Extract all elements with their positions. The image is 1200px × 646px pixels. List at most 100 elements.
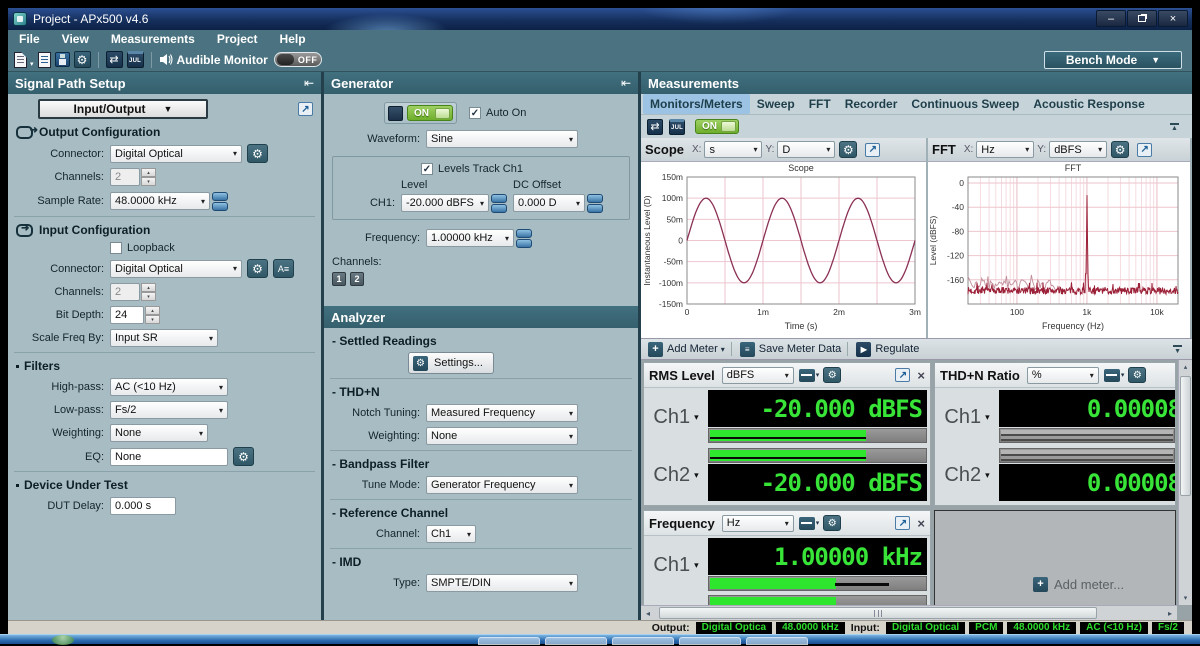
rms-ch2-selector[interactable]: Ch2▾ xyxy=(644,446,708,504)
scroll-thumb[interactable] xyxy=(659,607,1097,619)
collapse-panel-icon[interactable]: ⇤ xyxy=(621,76,631,90)
swap-icon[interactable]: ⇄ xyxy=(647,119,663,135)
input-connector-settings-button[interactable]: ⚙ xyxy=(247,259,268,278)
rms-close-icon[interactable]: × xyxy=(917,368,925,383)
tab-continuous-sweep[interactable]: Continuous Sweep xyxy=(904,94,1026,114)
audible-monitor-toggle[interactable]: OFF xyxy=(274,52,322,67)
close-button[interactable]: × xyxy=(1158,10,1188,27)
collapse-up-icon[interactable]: ▲ xyxy=(1169,123,1180,131)
save-project-icon[interactable] xyxy=(55,52,70,67)
frequency-ch1-selector[interactable]: Ch1▾ xyxy=(644,536,708,594)
tune-mode-select[interactable]: Generator Frequency▾ xyxy=(426,476,578,494)
auto-on-checkbox[interactable]: ✓ xyxy=(469,107,481,119)
channel-2-button[interactable]: 2 xyxy=(350,272,364,286)
settings-icon[interactable]: ⚙ xyxy=(74,51,91,68)
taskbar-button[interactable] xyxy=(478,637,540,645)
frequency-unit-select[interactable]: Hz▾ xyxy=(722,515,794,532)
scroll-thumb[interactable] xyxy=(1180,376,1191,496)
notch-tuning-select[interactable]: Measured Frequency▾ xyxy=(426,404,578,422)
rms-ch1-selector[interactable]: Ch1▾ xyxy=(644,388,708,446)
mode-selector-dropdown[interactable]: Input/Output ▼ xyxy=(38,99,208,119)
scroll-left-icon[interactable]: ◂ xyxy=(641,606,655,620)
ref-channel-select[interactable]: Ch1▾ xyxy=(426,525,476,543)
menu-help[interactable]: Help xyxy=(269,32,317,46)
bench-mode-dropdown[interactable]: Bench Mode ▼ xyxy=(1044,51,1182,69)
start-orb-icon[interactable] xyxy=(52,635,74,645)
generator-on-toggle[interactable]: ON xyxy=(407,105,453,121)
thdn-ch1-selector[interactable]: Ch1▾ xyxy=(935,388,999,446)
sample-rate-select[interactable]: 48.0000 kHz▾ xyxy=(110,192,210,210)
frequency-display-style-button[interactable]: ▾ xyxy=(799,517,820,530)
ch1-dc-offset-select[interactable]: 0.000 D▾ xyxy=(513,194,585,212)
imd-type-select[interactable]: SMPTE/DIN▾ xyxy=(426,574,578,592)
scope-y-unit-select[interactable]: D▾ xyxy=(777,141,835,158)
windows-taskbar[interactable] xyxy=(0,634,1200,644)
eq-settings-button[interactable]: ⚙ xyxy=(233,447,254,466)
scroll-down-icon[interactable]: ▾ xyxy=(1179,591,1192,605)
sequence-icon[interactable]: JUL xyxy=(669,119,685,135)
open-project-icon[interactable] xyxy=(38,52,51,68)
frequency-settings-button[interactable]: ⚙ xyxy=(823,515,841,531)
rms-settings-button[interactable]: ⚙ xyxy=(823,367,841,383)
thdn-settings-button[interactable]: ⚙ xyxy=(1128,367,1146,383)
tab-sweep[interactable]: Sweep xyxy=(750,94,802,114)
taskbar-button[interactable] xyxy=(746,637,808,645)
output-connector-select[interactable]: Digital Optical▾ xyxy=(110,145,242,163)
add-meter-button[interactable]: Add Meter xyxy=(667,343,718,355)
thdn-unit-select[interactable]: %▾ xyxy=(1027,367,1099,384)
settled-readings-settings-button[interactable]: ⚙ Settings... xyxy=(408,352,494,374)
bit-depth-spinner[interactable]: ▴▾ xyxy=(145,306,160,324)
rms-display-style-button[interactable]: ▾ xyxy=(799,369,820,382)
scope-x-unit-select[interactable]: s▾ xyxy=(704,141,762,158)
tab-acoustic-response[interactable]: Acoustic Response xyxy=(1026,94,1151,114)
sample-rate-stepper[interactable] xyxy=(212,191,228,211)
scroll-right-icon[interactable]: ▸ xyxy=(1163,606,1177,620)
new-project-dropdown-icon[interactable]: ▾ xyxy=(30,60,34,68)
menu-file[interactable]: File xyxy=(8,32,51,46)
rms-export-icon[interactable]: ↗ xyxy=(895,368,910,382)
low-pass-select[interactable]: Fs/2▾ xyxy=(110,401,228,419)
thdn-ch2-selector[interactable]: Ch2▾ xyxy=(935,446,999,504)
ch1-level-select[interactable]: -20.000 dBFS▾ xyxy=(401,194,489,212)
input-connector-select[interactable]: Digital Optical▾ xyxy=(110,260,242,278)
sequence-icon[interactable]: JUL xyxy=(127,51,144,68)
dock-icon[interactable]: ▲ xyxy=(1172,345,1183,353)
regulate-button[interactable]: Regulate xyxy=(875,343,919,355)
tab-recorder[interactable]: Recorder xyxy=(838,94,905,114)
waveform-select[interactable]: Sine▾ xyxy=(426,130,578,148)
scale-freq-select[interactable]: Input SR▾ xyxy=(110,329,218,347)
rms-unit-select[interactable]: dBFS▾ xyxy=(722,367,794,384)
input-format-button[interactable]: A≡ xyxy=(273,259,294,278)
minimize-button[interactable]: – xyxy=(1096,10,1126,27)
menu-project[interactable]: Project xyxy=(206,32,269,46)
frequency-export-icon[interactable]: ↗ xyxy=(895,516,910,530)
add-meter-area[interactable]: + Add meter... xyxy=(934,510,1176,618)
output-connector-settings-button[interactable]: ⚙ xyxy=(247,144,268,163)
fft-export-icon[interactable]: ↗ xyxy=(1137,143,1152,157)
taskbar-button[interactable] xyxy=(679,637,741,645)
thdn-display-style-button[interactable]: ▾ xyxy=(1104,369,1125,382)
high-pass-select[interactable]: AC (<10 Hz)▾ xyxy=(110,378,228,396)
ch1-level-stepper[interactable] xyxy=(491,193,507,213)
frequency-select[interactable]: 1.00000 kHz▾ xyxy=(426,229,514,247)
taskbar-button[interactable] xyxy=(612,637,674,645)
menu-view[interactable]: View xyxy=(51,32,100,46)
collapse-panel-icon[interactable]: ⇤ xyxy=(304,76,314,90)
eq-field[interactable]: None xyxy=(110,448,228,466)
fft-x-unit-select[interactable]: Hz▾ xyxy=(976,141,1034,158)
dut-delay-field[interactable]: 0.000 s xyxy=(110,497,176,515)
ch1-dc-offset-stepper[interactable] xyxy=(587,193,603,213)
taskbar-button[interactable] xyxy=(545,637,607,645)
bit-depth-field[interactable]: 24 xyxy=(110,306,144,324)
signal-path-swap-icon[interactable]: ⇄ xyxy=(106,51,123,68)
save-meter-data-button[interactable]: Save Meter Data xyxy=(759,343,842,355)
scope-settings-button[interactable]: ⚙ xyxy=(839,141,857,158)
tab-fft[interactable]: FFT xyxy=(802,94,838,114)
restore-button[interactable] xyxy=(1127,10,1157,27)
frequency-close-icon[interactable]: × xyxy=(917,516,925,531)
monitors-on-toggle[interactable]: ON xyxy=(695,119,739,134)
generator-stop-button[interactable] xyxy=(388,106,403,121)
analyzer-weighting-select[interactable]: None▾ xyxy=(426,427,578,445)
frequency-stepper[interactable] xyxy=(516,228,532,248)
channel-1-button[interactable]: 1 xyxy=(332,272,346,286)
